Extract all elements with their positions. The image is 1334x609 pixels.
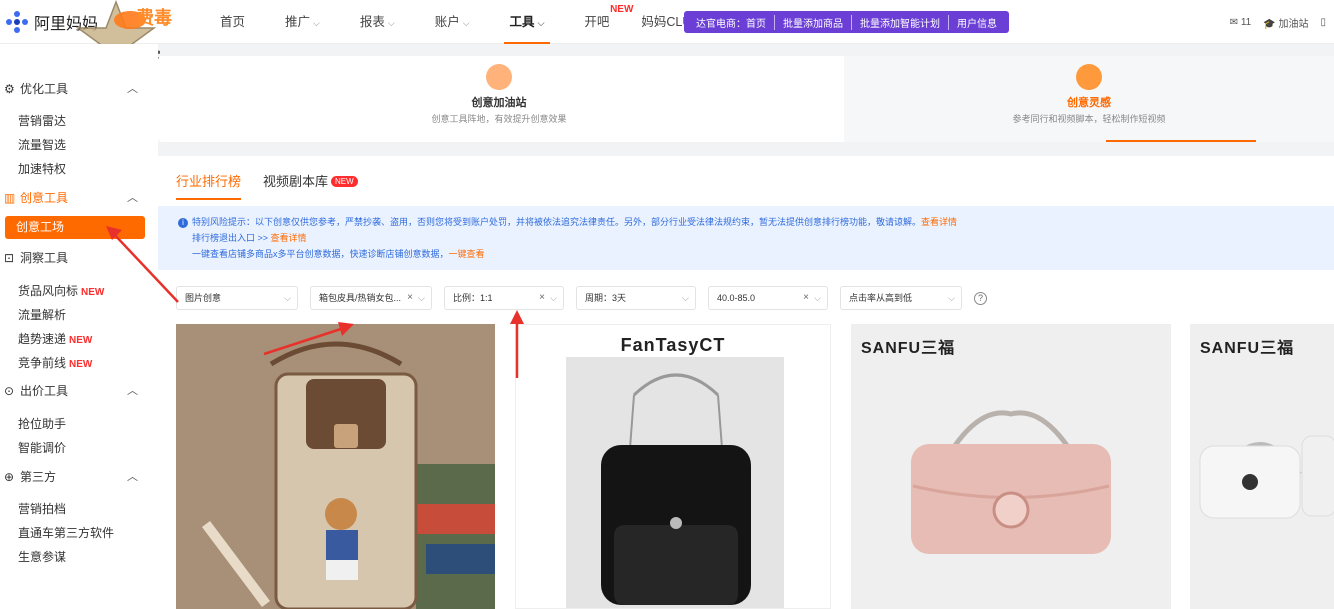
message-button[interactable]: ✉ 11 [1230,17,1252,28]
card-creative-station[interactable]: 创意加油站 创意工具阵地，有效提升创意效果 [158,56,840,142]
chevron-down-icon: ⌵ [313,18,320,28]
mail-icon: ✉ [1229,17,1239,28]
range-select[interactable]: 40.0-85.0 × ⌵ [708,286,828,310]
chevron-down-icon: ⌵ [948,293,955,303]
fuel-icon [486,64,512,90]
product-card[interactable]: SANFU三福 [851,324,1171,609]
inspiration-panel: 行业排行榜 视频剧本库 NEW i 特别风险提示：以下创意仅供您参考，严禁抄袭、盗用… [158,156,1334,609]
product-image [1199,435,1334,519]
product-grid: FanTasyCT SANFU三福 SANFU三福 [176,324,1334,609]
close-icon[interactable]: × [539,287,545,309]
nav-reports[interactable]: 报表 ⌵ [340,0,415,44]
notice-detail-link[interactable]: 查看详情 [921,217,957,227]
chevron-up-icon: ︿ [127,192,138,204]
risk-notice: i 特别风险提示：以下创意仅供您参考，严禁抄袭、盗用，否则您将受到账户处罚，并将被… [158,206,1334,270]
sidebar-item-marketing-partner[interactable]: 营销拍档 [18,500,66,517]
product-image [911,410,1111,554]
graduation-cap-icon: 🎓 [1263,19,1276,30]
logo-icon [6,11,28,33]
product-card[interactable]: FanTasyCT [515,324,831,609]
chevron-down-icon: ⌵ [387,18,395,28]
sidebar-item-traffic-analysis[interactable]: 流量解析 [18,306,66,323]
shortcut-bar: 达官电商：首页 批量添加商品 批量添加智能计划 用户信息 [684,11,1009,33]
top-navigation-bar: 阿里妈妈 费毒 100倍 首页 推广⌵ 报表⌵ 账户⌵ 工具⌵ 开吧NEW 妈妈… [0,0,1334,74]
card-creative-inspiration[interactable]: 创意灵感 参考同行和视频脚本，轻松制作短视频 [844,56,1334,142]
product-image [566,357,784,608]
top-right-tools: ✉ 11 🎓 加油站 ▯ [1230,15,1326,30]
chevron-down-icon: ⌵ [537,18,545,28]
product-card[interactable]: SANFU三福 [1190,324,1334,609]
sidebar-section-third-party[interactable]: ⊕ 第三方 ︿ [0,464,150,488]
one-click-view-link[interactable]: 一键查看 [449,249,485,259]
insight-icon: ⊡ [4,251,15,265]
sidebar-item-creative-factory[interactable]: 创意工场 [5,216,145,239]
category-select[interactable]: 箱包皮具/热销女包... × ⌵ [310,286,432,310]
station-button[interactable]: 🎓 加油站 [1263,15,1308,30]
chevron-up-icon: ︿ [127,83,138,95]
new-badge: NEW [331,176,358,187]
shortcut-batch-add-smart-plan[interactable]: 批量添加智能计划 [852,14,949,30]
tab-industry-ranking[interactable]: 行业排行榜 [176,166,242,200]
sidebar-item-ztc-third-party[interactable]: 直通车第三方软件 [18,524,114,541]
tab-video-script-library[interactable]: 视频剧本库 NEW [263,166,358,200]
chevron-down-icon: ⌵ [550,293,557,303]
sidebar-item-product-trend[interactable]: 货品风向标 NEW [18,282,104,299]
sidebar-item-position-helper[interactable]: 抢位助手 [18,415,66,432]
shortcut-batch-add-products[interactable]: 批量添加商品 [775,14,852,30]
sort-select[interactable]: 点击率从高到低 ⌵ [840,286,962,310]
close-icon[interactable]: × [803,287,809,309]
creative-icon: ▥ [4,191,16,205]
product-image [176,324,495,609]
chevron-down-icon: ⌵ [284,293,291,303]
ratio-select[interactable]: 比例：1:1 × ⌵ [444,286,564,310]
third-party-icon: ⊕ [4,470,15,484]
gear-icon: ⚙ [4,82,15,96]
period-select[interactable]: 周期：3天 ⌵ [576,286,696,310]
chevron-down-icon: ⌵ [462,18,470,28]
creative-cards: 创意加油站 创意工具阵地，有效提升创意效果 创意灵感 参考同行和视频脚本，轻松制… [158,56,1334,142]
nav-promotion[interactable]: 推广 ⌵ [265,0,340,44]
sidebar-item-trend-express[interactable]: 趋势速递 NEW [18,330,92,347]
nav-home[interactable]: 首页 [200,0,265,44]
chevron-down-icon: ⌵ [814,293,821,303]
nav-kaiba[interactable]: 开吧 NEW [564,0,633,44]
nav-tools[interactable]: 工具 ⌵ [490,0,565,44]
sidebar: ⚙ 优化工具 ︿ 营销雷达 流量智选 加速特权 ▥ 创意工具 ︿ 创意工场 ⊡ … [0,44,158,609]
bid-icon: ⊙ [4,384,15,398]
phone-icon[interactable]: ▯ [1320,17,1326,28]
nav-account[interactable]: 账户 ⌵ [415,0,490,44]
sidebar-section-insight[interactable]: ⊡ 洞察工具 [0,245,150,269]
chevron-up-icon: ︿ [127,471,138,483]
active-underline [1106,140,1256,142]
sidebar-item-speed-privilege[interactable]: 加速特权 [18,160,66,177]
info-icon: i [178,218,188,228]
chevron-down-icon: ⌵ [682,293,689,303]
creative-type-select[interactable]: 图片创意 ⌵ [176,286,298,310]
shortcut-home[interactable]: 达官电商：首页 [688,14,775,30]
svg-text:费毒: 费毒 [136,7,172,28]
filter-bar: 图片创意 ⌵ 箱包皮具/热销女包... × ⌵ 比例：1:1 × ⌵ 周期：3天 ⌵ 40.… [176,286,987,310]
main-nav: 首页 推广 ⌵ 报表 ⌵ 账户 ⌵ 工具 ⌵ 开吧 NEW 妈妈CLUB [200,0,720,44]
sidebar-item-traffic-select[interactable]: 流量智选 [18,136,66,153]
shortcut-user-info[interactable]: 用户信息 [949,15,1005,30]
help-icon[interactable]: ? [974,291,987,305]
sidebar-section-bid[interactable]: ⊙ 出价工具 ︿ [0,378,150,402]
main-content: 创意加油站 创意工具阵地，有效提升创意效果 创意灵感 参考同行和视频脚本，轻松制… [158,44,1334,609]
close-icon[interactable]: × [407,287,413,309]
sidebar-item-competition-front[interactable]: 竞争前线 NEW [18,354,92,371]
sidebar-section-optimize[interactable]: ⚙ 优化工具 ︿ [0,76,150,100]
sidebar-item-marketing-radar[interactable]: 营销雷达 [18,112,66,129]
sidebar-item-business-advisor[interactable]: 生意参谋 [18,548,66,565]
chevron-down-icon: ⌵ [418,293,425,303]
sidebar-section-creative[interactable]: ▥ 创意工具 ︿ [0,185,150,209]
tab-bar: 行业排行榜 视频剧本库 NEW [176,166,358,200]
exit-detail-link[interactable]: 查看详情 [271,233,307,243]
chevron-up-icon: ︿ [127,385,138,397]
product-card[interactable] [176,324,495,609]
sidebar-item-smart-bid[interactable]: 智能调价 [18,439,66,456]
lightbulb-icon [1076,64,1102,90]
